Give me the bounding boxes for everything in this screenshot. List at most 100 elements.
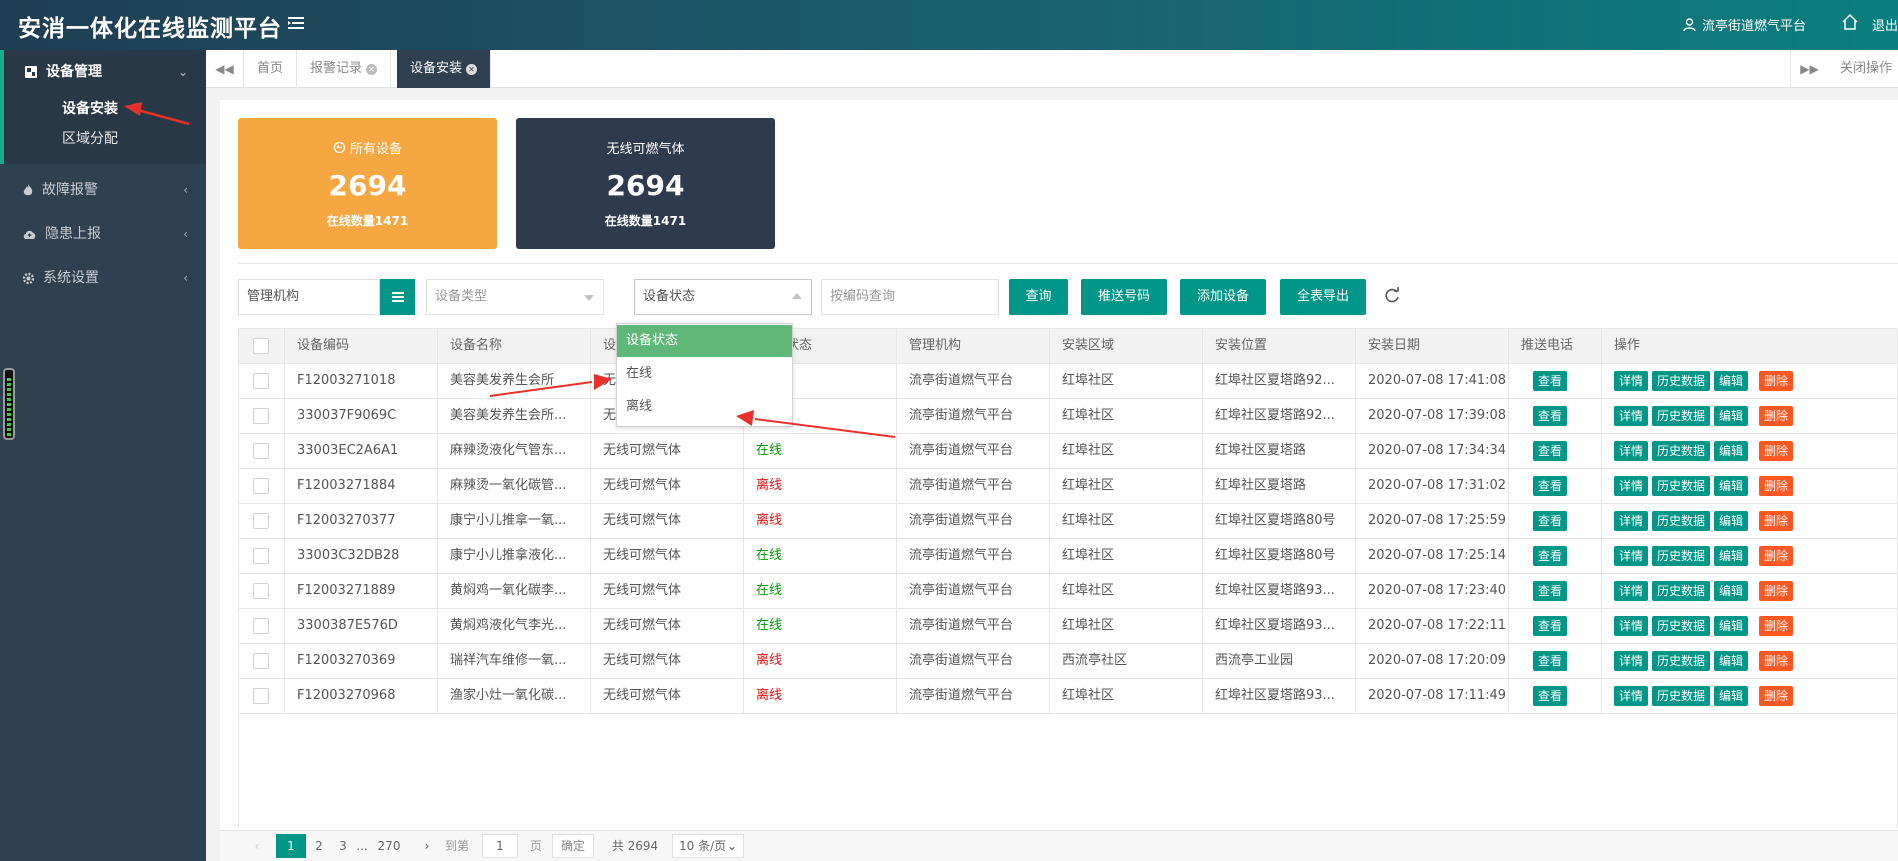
edit-button[interactable]: 编辑 [1714,545,1749,566]
delete-button[interactable]: 删除 [1759,685,1794,706]
view-button[interactable]: 查看 [1533,545,1568,566]
header-date[interactable]: 安装日期 [1356,329,1509,363]
goto-confirm-button[interactable]: 确定 [552,834,594,858]
sidebar-subitem-area-assign[interactable]: 区域分配 [4,124,206,154]
close-icon[interactable]: ✕ [366,64,378,75]
table-row[interactable]: F12003270377 康宁小儿推拿一氧... 无线可燃气体 离线 流亭街道燃气平台红… [239,504,1897,539]
table-row[interactable]: F12003270369 瑞祥汽车维修一氧... 无线可燃气体 离线 流亭街道燃气平台西… [239,644,1897,679]
header-location[interactable]: 安装位置 [1203,329,1356,363]
table-row[interactable]: 3300387E576D 黄焖鸡液化气李光... 无线可燃气体 在线 流亭街道燃气平台红… [239,609,1897,644]
history-data-button[interactable]: 历史数据 [1652,440,1711,461]
tab-scroll-left-icon[interactable]: ◀◀ [206,50,244,88]
row-checkbox[interactable] [253,443,269,459]
page-size-select[interactable]: 10 条/页 ⌄ [672,834,744,858]
code-search-input[interactable]: 按编码查询 [821,279,999,315]
status-option-all[interactable]: 设备状态 [617,325,792,357]
detail-button[interactable]: 详情 [1614,615,1649,636]
header-org[interactable]: 管理机构 [897,329,1050,363]
page-last[interactable]: 270 [372,834,406,858]
org-input[interactable]: 管理机构 [238,279,380,315]
push-number-button[interactable]: 推送号码 [1081,279,1167,315]
stat-card-all-devices[interactable]: 所有设备 2694 在线数量1471 [238,118,497,249]
history-data-button[interactable]: 历史数据 [1652,650,1711,671]
table-row[interactable]: F12003271889 黄焖鸡一氧化碳李... 无线可燃气体 在线 流亭街道燃气平台红… [239,574,1897,609]
home-icon[interactable] [1840,12,1860,32]
table-row[interactable]: 33003C32DB28 康宁小儿推拿液化... 无线可燃气体 在线 流亭街道燃气平台红… [239,539,1897,574]
page-button-2[interactable]: 2 [308,834,330,858]
edit-button[interactable]: 编辑 [1714,510,1749,531]
edit-button[interactable]: 编辑 [1714,405,1749,426]
page-button-3[interactable]: 3 [332,834,354,858]
view-button[interactable]: 查看 [1533,685,1568,706]
detail-button[interactable]: 详情 [1614,370,1649,391]
view-button[interactable]: 查看 [1533,405,1568,426]
detail-button[interactable]: 详情 [1614,475,1649,496]
detail-button[interactable]: 详情 [1614,685,1649,706]
device-status-select[interactable]: 设备状态 [634,279,812,315]
status-option-offline[interactable]: 离线 [617,390,792,423]
detail-button[interactable]: 详情 [1614,440,1649,461]
sidebar-item-fault-alarm[interactable]: 故障报警 ‹ [0,168,206,212]
view-button[interactable]: 查看 [1533,370,1568,391]
edit-button[interactable]: 编辑 [1714,580,1749,601]
view-button[interactable]: 查看 [1533,580,1568,601]
goto-page-input[interactable]: 1 [482,834,518,858]
add-device-button[interactable]: 添加设备 [1180,279,1266,315]
status-option-online[interactable]: 在线 [617,357,792,390]
device-type-select[interactable]: 设备类型 [426,279,604,315]
detail-button[interactable]: 详情 [1614,510,1649,531]
history-data-button[interactable]: 历史数据 [1652,475,1711,496]
header-code[interactable]: 设备编码 [285,329,438,363]
menu-toggle-icon[interactable] [286,13,306,33]
history-data-button[interactable]: 历史数据 [1652,615,1711,636]
org-picker-button[interactable] [380,279,415,315]
logout-link[interactable]: 退出 [1872,15,1898,34]
sidebar-item-hazard-report[interactable]: 隐患上报 ‹ [0,212,206,256]
sidebar-subitem-device-install[interactable]: 设备安装 [4,94,206,124]
header-area[interactable]: 安装区域 [1050,329,1203,363]
row-checkbox[interactable] [253,653,269,669]
row-checkbox[interactable] [253,618,269,634]
history-data-button[interactable]: 历史数据 [1652,580,1711,601]
table-row[interactable]: 33003EC2A6A1 麻辣烫液化气管东... 无线可燃气体 在线 流亭街道燃气平台红… [239,434,1897,469]
delete-button[interactable]: 删除 [1759,440,1794,461]
tab-home[interactable]: 首页 [244,50,298,88]
sidebar-item-device-management[interactable]: 设备管理 ⌄ [4,50,206,94]
view-button[interactable]: 查看 [1533,475,1568,496]
delete-button[interactable]: 删除 [1759,615,1794,636]
row-checkbox[interactable] [253,373,269,389]
next-page-icon[interactable]: › [420,834,434,858]
tab-scroll-right-icon[interactable]: ▶▶ [1790,50,1828,88]
edit-button[interactable]: 编辑 [1714,615,1749,636]
view-button[interactable]: 查看 [1533,650,1568,671]
close-operations-menu[interactable]: 关闭操作 [1830,50,1898,88]
history-data-button[interactable]: 历史数据 [1652,685,1711,706]
header-push-phone[interactable]: 推送电话 [1509,329,1602,363]
history-data-button[interactable]: 历史数据 [1652,510,1711,531]
edit-button[interactable]: 编辑 [1714,685,1749,706]
history-data-button[interactable]: 历史数据 [1652,405,1711,426]
page-current[interactable]: 1 [276,834,306,858]
user-menu[interactable]: 流亭街道燃气平台 [1683,15,1806,34]
row-checkbox[interactable] [253,513,269,529]
row-checkbox[interactable] [253,583,269,599]
edit-button[interactable]: 编辑 [1714,440,1749,461]
sidebar-item-system-settings[interactable]: 系统设置 ‹ [0,256,206,300]
edit-button[interactable]: 编辑 [1714,650,1749,671]
delete-button[interactable]: 删除 [1759,510,1794,531]
history-data-button[interactable]: 历史数据 [1652,370,1711,391]
delete-button[interactable]: 删除 [1759,405,1794,426]
view-button[interactable]: 查看 [1533,510,1568,531]
tab-device-install[interactable]: 设备安装 ✕ [397,50,492,88]
delete-button[interactable]: 删除 [1759,650,1794,671]
edit-button[interactable]: 编辑 [1714,370,1749,391]
table-row[interactable]: F12003271884 麻辣烫一氧化碳管... 无线可燃气体 离线 流亭街道燃气平台红… [239,469,1897,504]
detail-button[interactable]: 详情 [1614,545,1649,566]
table-row[interactable]: F12003270968 渔家小灶一氧化碳... 无线可燃气体 离线 流亭街道燃气平台红… [239,679,1897,714]
row-checkbox[interactable] [253,688,269,704]
row-checkbox[interactable] [253,548,269,564]
detail-button[interactable]: 详情 [1614,405,1649,426]
history-data-button[interactable]: 历史数据 [1652,545,1711,566]
stat-card-wireless-gas[interactable]: 无线可燃气体 2694 在线数量1471 [516,118,775,249]
delete-button[interactable]: 删除 [1759,545,1794,566]
